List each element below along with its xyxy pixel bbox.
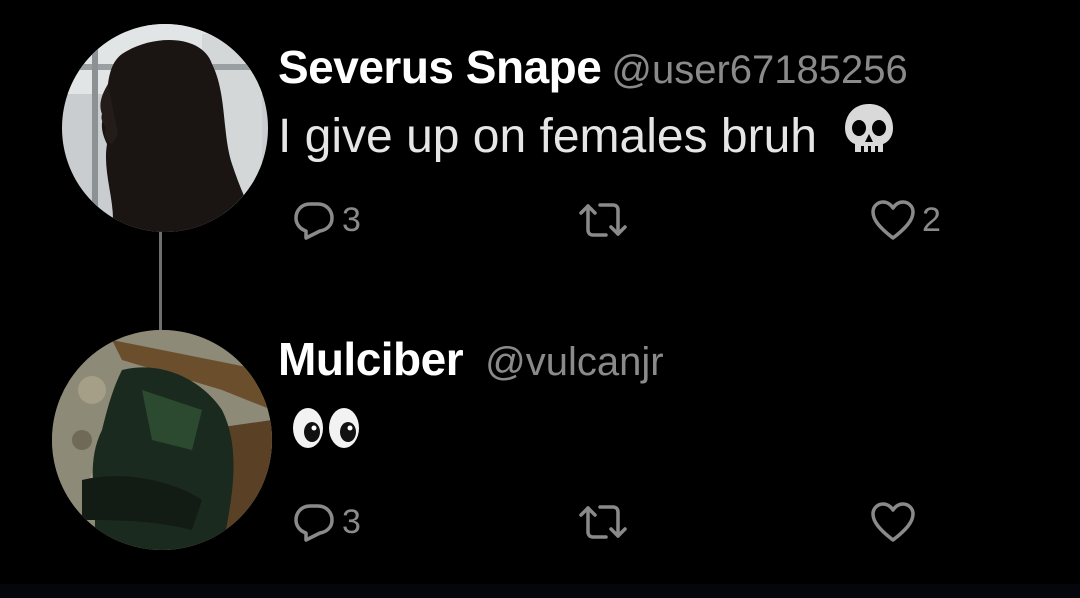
reply-button[interactable]: 3 [292, 500, 361, 544]
tweet-actions: 3 [278, 500, 998, 550]
heart-icon [871, 200, 915, 240]
tweet-header: Severus Snape @user67185256 [278, 40, 908, 94]
tweet-actions: 3 2 [278, 198, 998, 248]
skull-icon [839, 100, 899, 172]
eyes-icon [290, 404, 362, 464]
retweet-icon [579, 505, 627, 539]
tweet[interactable]: Mulciber @vulcanjr 3 [278, 332, 915, 542]
tweet[interactable]: Severus Snape @user67185256 I give up on… [278, 40, 941, 240]
tweet-text: I give up on females bruh [278, 100, 908, 172]
avatar[interactable] [62, 24, 268, 232]
avatar[interactable] [52, 330, 272, 550]
tweet-header: Mulciber @vulcanjr [278, 332, 664, 386]
tweet-body: I give up on females bruh [278, 109, 817, 163]
reply-icon [294, 202, 334, 240]
bottom-edge [0, 584, 1080, 598]
reply-button[interactable]: 3 [292, 198, 361, 242]
user-handle[interactable]: @user67185256 [611, 48, 907, 93]
thread-connector-line [159, 232, 162, 332]
display-name[interactable]: Severus Snape [278, 40, 602, 94]
retweet-button[interactable] [578, 198, 634, 242]
reply-count: 3 [342, 502, 361, 541]
like-button[interactable]: 2 [870, 198, 941, 242]
heart-icon [871, 502, 915, 542]
user-handle[interactable]: @vulcanjr [485, 340, 663, 385]
reply-icon [294, 504, 334, 542]
display-name[interactable]: Mulciber [278, 332, 464, 386]
tweet-text [278, 404, 664, 464]
like-count: 2 [922, 200, 941, 239]
retweet-button[interactable] [578, 500, 634, 544]
like-button[interactable] [870, 500, 922, 544]
reply-count: 3 [342, 200, 361, 239]
retweet-icon [579, 203, 627, 237]
